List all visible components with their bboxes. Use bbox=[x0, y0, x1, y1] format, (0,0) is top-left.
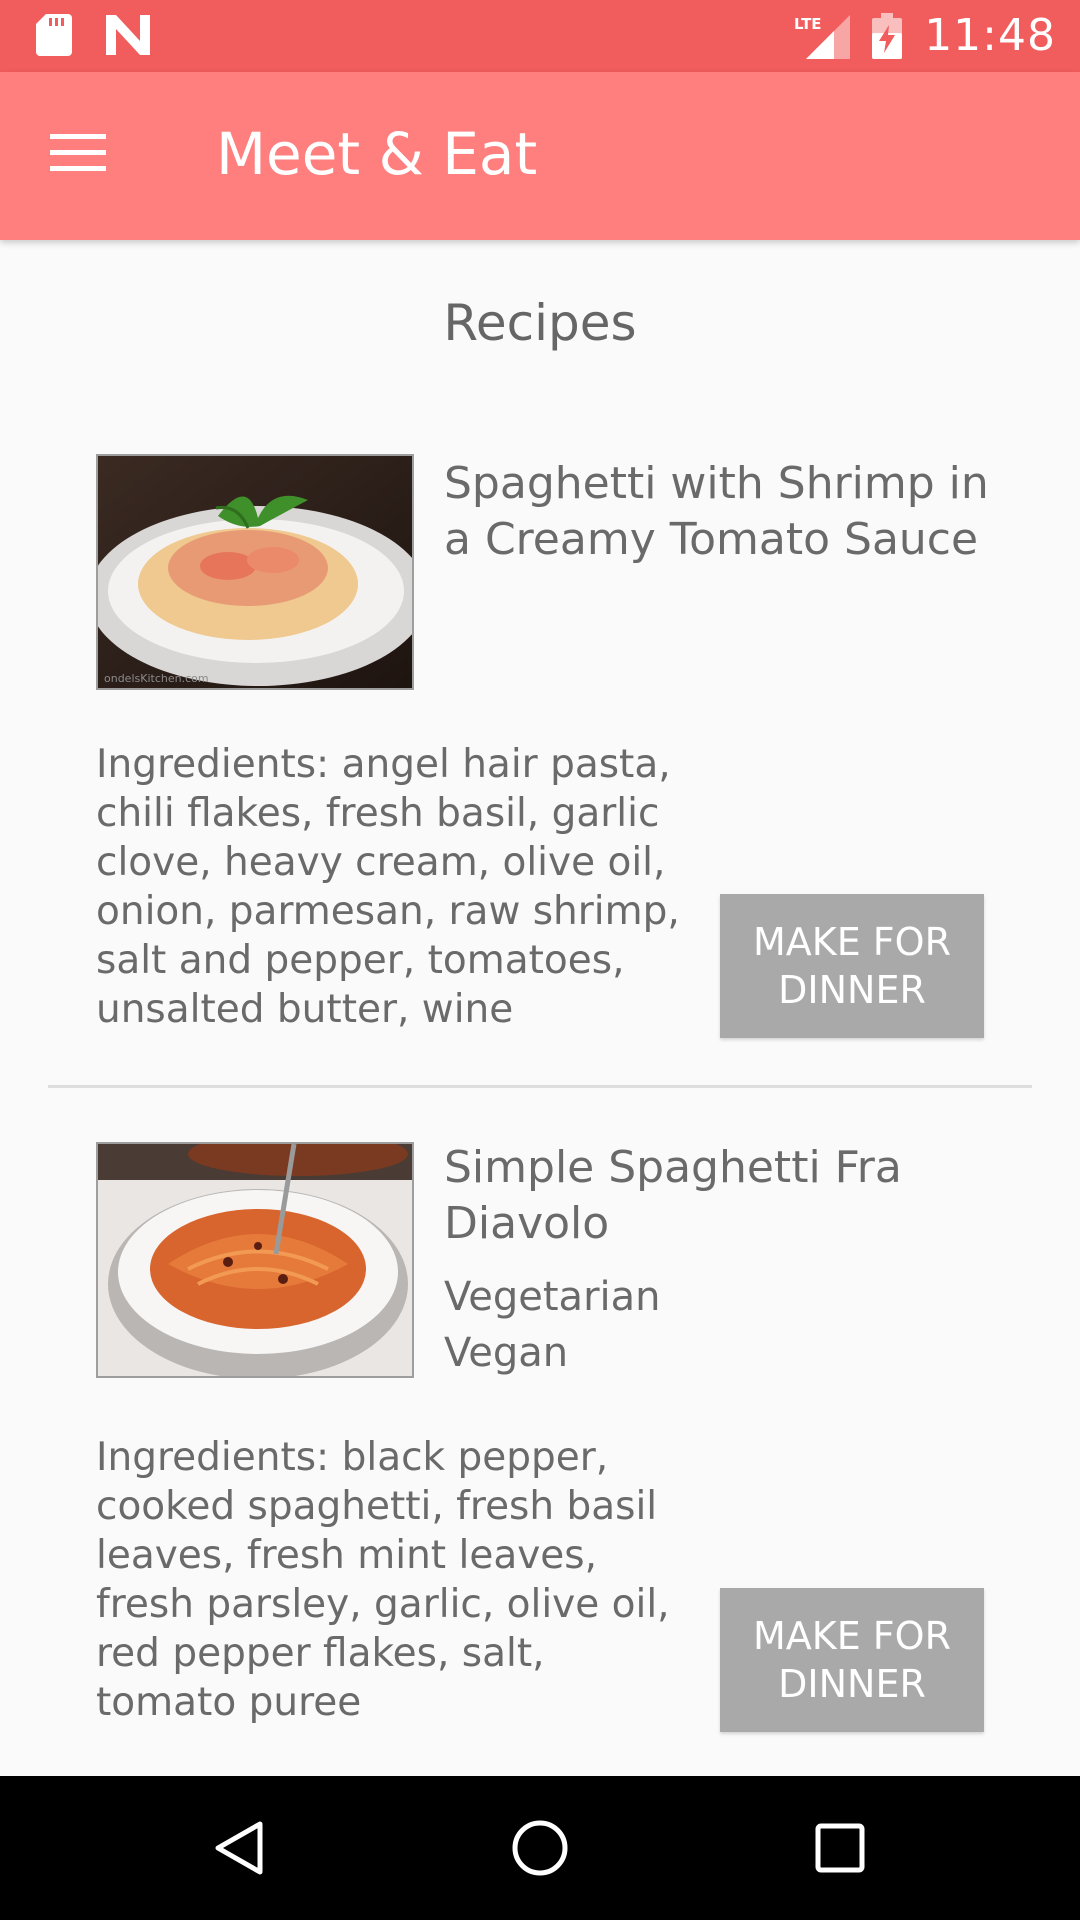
navigation-bar bbox=[0, 1776, 1080, 1920]
make-for-dinner-button[interactable]: MAKE FOR DINNER bbox=[720, 894, 984, 1038]
sd-card-icon bbox=[36, 14, 72, 56]
recents-icon[interactable] bbox=[810, 1818, 870, 1878]
lte-signal-icon: LTE bbox=[794, 14, 851, 59]
recipe-name: Spaghetti with Shrimp in a Creamy Tomato… bbox=[444, 458, 989, 565]
lte-label: LTE bbox=[794, 15, 822, 33]
image-watermark: ondelsKitchen.com bbox=[104, 672, 209, 685]
n-logo-icon bbox=[106, 15, 150, 55]
status-bar: LTE 11:48 bbox=[0, 0, 1080, 72]
battery-charging-icon bbox=[872, 12, 903, 59]
make-for-dinner-button[interactable]: MAKE FOR DINNER bbox=[720, 1588, 984, 1732]
recipe-list[interactable]: Recipes ondelsKitchen.com Spaghetti with… bbox=[0, 240, 1080, 1776]
recipe-tag-vegan: Vegan bbox=[444, 1330, 569, 1376]
home-icon[interactable] bbox=[510, 1818, 570, 1878]
app-title: Meet & Eat bbox=[216, 120, 538, 188]
status-time: 11:48 bbox=[924, 10, 1056, 61]
recipe-name: Simple Spaghetti Fra Diavolo bbox=[444, 1142, 902, 1249]
app-bar: Meet & Eat bbox=[0, 72, 1080, 240]
status-right-icons: LTE 11:48 bbox=[794, 10, 1056, 61]
status-left-icons bbox=[36, 14, 150, 56]
hamburger-menu-icon[interactable] bbox=[50, 128, 110, 176]
page-title: Recipes bbox=[443, 294, 637, 352]
recipe-image-fra-diavolo bbox=[96, 1142, 414, 1378]
back-icon[interactable] bbox=[210, 1818, 270, 1878]
divider bbox=[48, 1085, 1032, 1088]
recipe-ingredients: Ingredients: black pepper, cooked spaghe… bbox=[96, 1435, 670, 1725]
recipe-image-shrimp-spaghetti: ondelsKitchen.com bbox=[96, 454, 414, 690]
recipe-tag-vegetarian: Vegetarian bbox=[444, 1274, 661, 1320]
recipe-ingredients: Ingredients: angel hair pasta, chili fla… bbox=[96, 742, 680, 1032]
